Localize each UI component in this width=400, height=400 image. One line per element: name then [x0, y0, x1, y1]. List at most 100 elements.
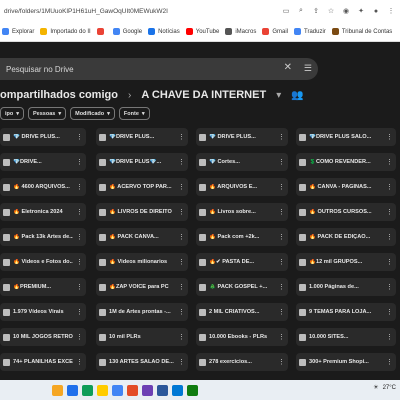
search-input[interactable]: Pesquisar no Drive ✕ ☰	[0, 58, 318, 80]
folder-card[interactable]: 💎DRIVE PLUS SALÕ... ⋮	[296, 128, 396, 146]
extension-icon[interactable]: ◉	[341, 6, 351, 16]
filter-type-chip[interactable]: ipo ▾	[0, 107, 25, 120]
more-actions-icon[interactable]: ⋮	[278, 258, 285, 266]
folder-card[interactable]: 💎 Cortes... ⋮	[196, 153, 288, 171]
taskbar-app-icon[interactable]	[172, 384, 183, 396]
more-actions-icon[interactable]: ⋮	[178, 158, 185, 166]
taskbar-app-icon[interactable]	[157, 384, 168, 396]
more-actions-icon[interactable]: ⋮	[76, 158, 83, 166]
more-actions-icon[interactable]: ⋮	[76, 358, 83, 366]
more-actions-icon[interactable]: ⋮	[178, 258, 185, 266]
more-actions-icon[interactable]: ⋮	[386, 133, 393, 141]
more-actions-icon[interactable]: ⋮	[386, 333, 393, 341]
more-actions-icon[interactable]: ⋮	[76, 308, 83, 316]
folder-card[interactable]: 10.000 Ebooks - PLRs ⋮	[196, 328, 288, 346]
folder-card[interactable]: 🔥 PACK CANVA... ⋮	[96, 228, 188, 246]
more-actions-icon[interactable]: ⋮	[386, 183, 393, 191]
bookmark-item[interactable]: Gmail	[262, 28, 288, 35]
more-actions-icon[interactable]: ⋮	[278, 158, 285, 166]
bookmark-item[interactable]: Explorar	[2, 28, 34, 35]
folder-card[interactable]: 10.000 SITES... ⋮	[296, 328, 396, 346]
folder-card[interactable]: 1M de Artes prontas -... ⋮	[96, 303, 188, 321]
bookmark-item[interactable]: Notícias	[148, 28, 180, 35]
folder-card[interactable]: 💎 DRIVE PLUS... ⋮	[0, 128, 86, 146]
more-actions-icon[interactable]: ⋮	[76, 333, 83, 341]
folder-card[interactable]: 🔥 Videos e Fotos do... ⋮	[0, 253, 86, 271]
more-actions-icon[interactable]: ⋮	[178, 208, 185, 216]
folder-card[interactable]: 🔥 Pack 13k Artes de... ⋮	[0, 228, 86, 246]
more-actions-icon[interactable]: ⋮	[278, 208, 285, 216]
taskbar-app-icon[interactable]	[127, 384, 138, 396]
cast-icon[interactable]: ▭	[281, 6, 291, 16]
filter-people-chip[interactable]: Pessoas ▾	[28, 107, 67, 120]
folder-card[interactable]: 💎 DRIVE PLUS... ⋮	[196, 128, 288, 146]
folder-card[interactable]: 2 MIL CRIATIVOS... ⋮	[196, 303, 288, 321]
bookmark-item[interactable]: Importado do II	[40, 28, 91, 35]
folder-card[interactable]: 💎DRIVE PLUS💎... ⋮	[96, 153, 188, 171]
more-actions-icon[interactable]: ⋮	[76, 258, 83, 266]
profile-icon[interactable]: ●	[371, 6, 381, 16]
more-actions-icon[interactable]: ⋮	[76, 183, 83, 191]
menu-icon[interactable]: ⋮	[386, 6, 396, 16]
folder-card[interactable]: 9 TEMAS PARA LOJA... ⋮	[296, 303, 396, 321]
bookmark-item[interactable]	[96, 28, 107, 35]
folder-card[interactable]: 💎DRIVE PLUS... ⋮	[96, 128, 188, 146]
more-actions-icon[interactable]: ⋮	[386, 308, 393, 316]
more-actions-icon[interactable]: ⋮	[278, 133, 285, 141]
folder-card[interactable]: 278 exercicios... ⋮	[196, 353, 288, 371]
url-field[interactable]: drive/folders/1MUuoKlP1H61uH_GawOqUIt0ME…	[4, 8, 281, 15]
folder-card[interactable]: 💎DRIVE... ⋮	[0, 153, 86, 171]
bookmark-item[interactable]: Google	[112, 28, 142, 35]
filter-source-chip[interactable]: Fonte ▾	[118, 107, 150, 120]
taskbar-app-icon[interactable]	[112, 384, 123, 396]
more-actions-icon[interactable]: ⋮	[278, 233, 285, 241]
folder-card[interactable]: 🔥 PACK DE EDIÇÃO... ⋮	[296, 228, 396, 246]
folder-card[interactable]: 🔥12 mil GRUPOS... ⋮	[296, 253, 396, 271]
filter-modified-chip[interactable]: Modificado ▾	[70, 107, 115, 120]
folder-card[interactable]: 🔥 CANVA - PAGINAS... ⋮	[296, 178, 396, 196]
weather-icon[interactable]: ☀	[373, 384, 378, 391]
folder-card[interactable]: 74+ PLANILHAS EXCEL ⋮	[0, 353, 86, 371]
more-actions-icon[interactable]: ⋮	[278, 283, 285, 291]
breadcrumb-parent[interactable]: ompartilhados comigo	[0, 89, 118, 101]
more-actions-icon[interactable]: ⋮	[178, 183, 185, 191]
share-icon[interactable]: ⇪	[311, 6, 321, 16]
more-actions-icon[interactable]: ⋮	[76, 283, 83, 291]
folder-card[interactable]: 🔥 LIVROS DE DIREITO ⋮	[96, 203, 188, 221]
more-actions-icon[interactable]: ⋮	[278, 308, 285, 316]
more-actions-icon[interactable]: ⋮	[76, 133, 83, 141]
folder-card[interactable]: 300+ Premium Shopi... ⋮	[296, 353, 396, 371]
more-actions-icon[interactable]: ⋮	[386, 158, 393, 166]
folder-card[interactable]: 1.000 Páginas de... ⋮	[296, 278, 396, 296]
bookmark-item[interactable]: iMacros	[225, 28, 256, 35]
folder-card[interactable]: 🔥 Pack com +2k... ⋮	[196, 228, 288, 246]
bookmark-item[interactable]: Tribunal de Contas	[331, 28, 392, 35]
folder-card[interactable]: 130 ARTES SALÃO DE... ⋮	[96, 353, 188, 371]
more-actions-icon[interactable]: ⋮	[278, 333, 285, 341]
folder-card[interactable]: 10 MIL JOGOS RETRO ⋮	[0, 328, 86, 346]
bookmark-item[interactable]: Traduzir	[294, 28, 326, 35]
folder-card[interactable]: 💲COMO REVENDER... ⋮	[296, 153, 396, 171]
more-actions-icon[interactable]: ⋮	[386, 208, 393, 216]
more-actions-icon[interactable]: ⋮	[386, 283, 393, 291]
taskbar-app-icon[interactable]	[52, 384, 63, 396]
search-options-icon[interactable]: ☰	[304, 63, 312, 74]
breadcrumb-current[interactable]: A CHAVE DA INTERNET	[141, 89, 266, 101]
folder-card[interactable]: 🔥✔ PASTA DE... ⋮	[196, 253, 288, 271]
folder-card[interactable]: 🔥 OUTROS CURSOS... ⋮	[296, 203, 396, 221]
folder-card[interactable]: 🔥ZAP VOICE para PC ⋮	[96, 278, 188, 296]
more-actions-icon[interactable]: ⋮	[178, 133, 185, 141]
folder-card[interactable]: 🔥 Livros sobre... ⋮	[196, 203, 288, 221]
taskbar-app-icon[interactable]	[97, 384, 108, 396]
folder-card[interactable]: 1.979 Vídeos Virais ⋮	[0, 303, 86, 321]
more-actions-icon[interactable]: ⋮	[278, 183, 285, 191]
more-actions-icon[interactable]: ⋮	[178, 233, 185, 241]
more-actions-icon[interactable]: ⋮	[178, 333, 185, 341]
more-actions-icon[interactable]: ⋮	[278, 358, 285, 366]
taskbar-app-icon[interactable]	[187, 384, 198, 396]
folder-card[interactable]: 🔥 ARQUIVOS E... ⋮	[196, 178, 288, 196]
extensions-puzzle-icon[interactable]: ✦	[356, 6, 366, 16]
folder-card[interactable]: 🔥 Videos milionarios ⋮	[96, 253, 188, 271]
more-actions-icon[interactable]: ⋮	[386, 358, 393, 366]
more-actions-icon[interactable]: ⋮	[178, 308, 185, 316]
